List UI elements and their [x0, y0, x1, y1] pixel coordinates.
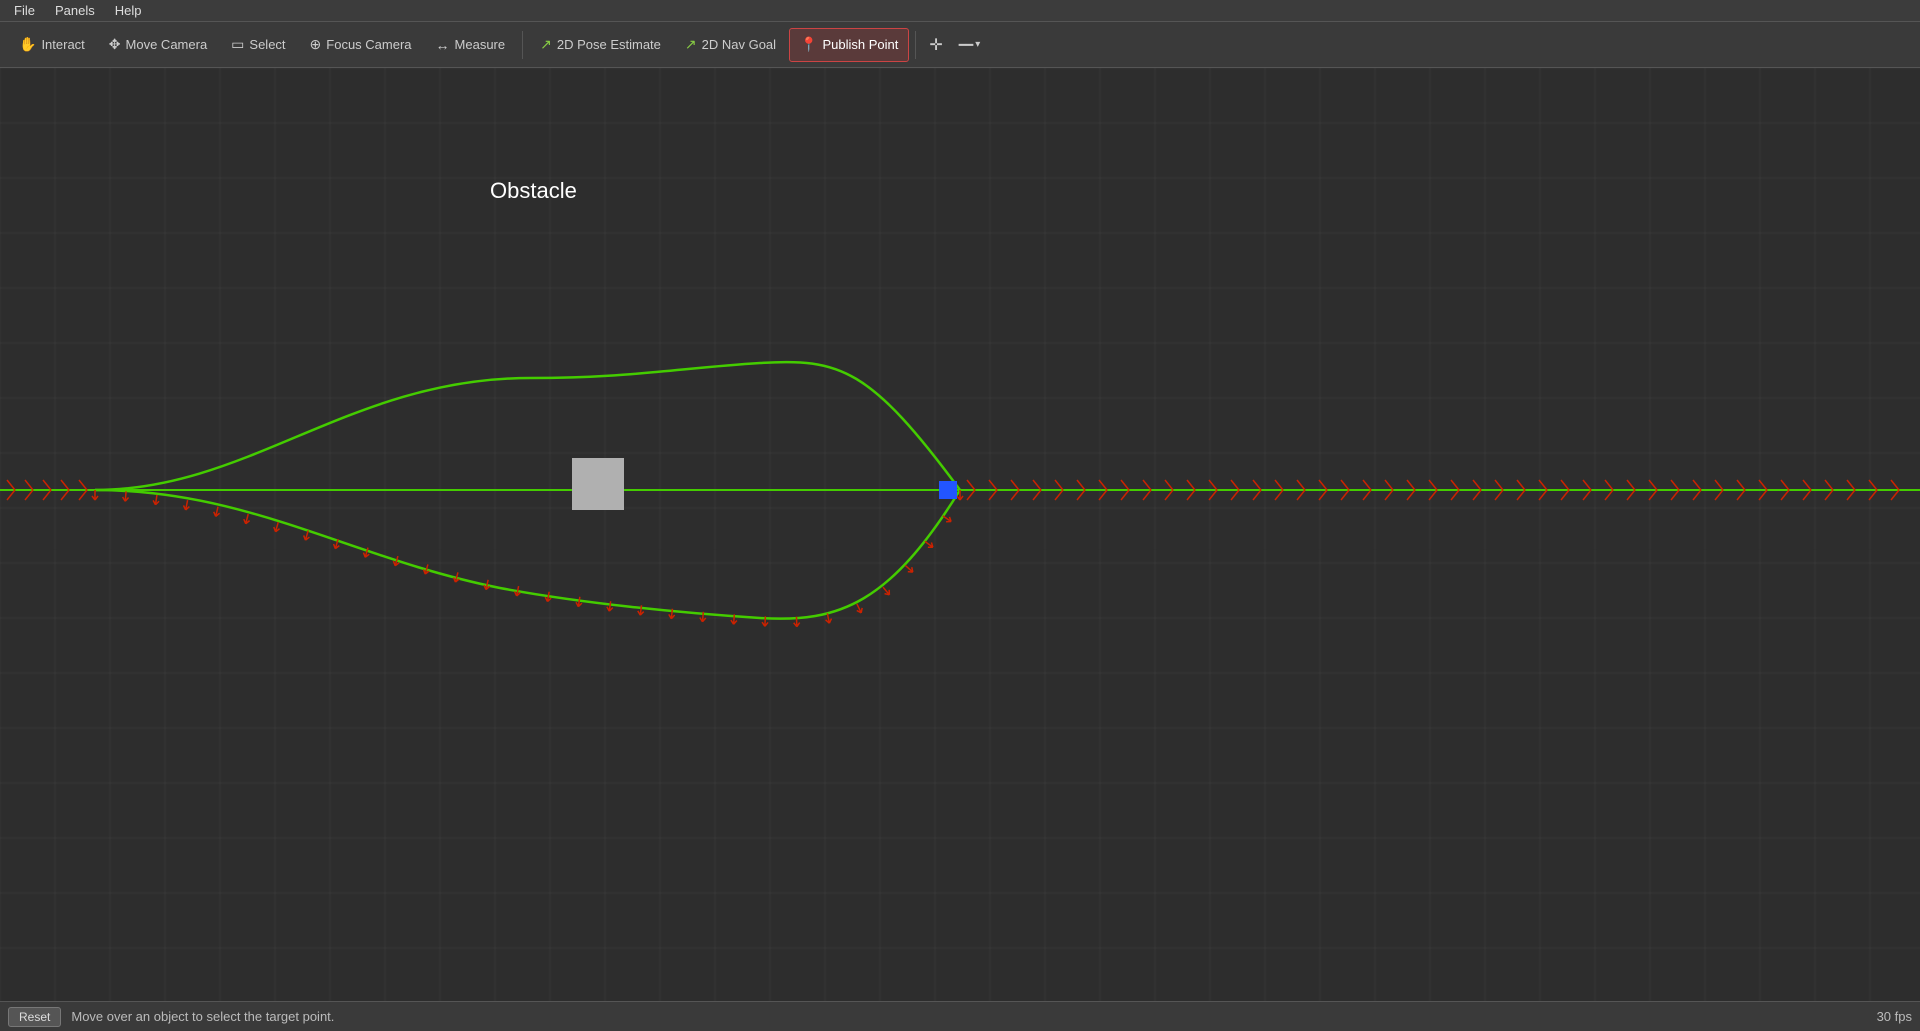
interact-label: Interact [41, 37, 84, 52]
crosshair-icon: ✛ [929, 35, 942, 55]
2d-pose-icon: ↗ [540, 36, 552, 53]
status-text: Move over an object to select the target… [71, 1009, 334, 1024]
tool-move-camera[interactable]: ✥ Move Camera [98, 28, 218, 62]
tool-2d-nav-goal[interactable]: ↗ 2D Nav Goal [674, 28, 787, 62]
menu-help[interactable]: Help [107, 1, 150, 20]
fps-counter: 30 fps [1877, 1009, 1912, 1024]
menu-panels[interactable]: Panels [47, 1, 103, 20]
dropdown-arrow-icon: ▾ [975, 39, 980, 50]
measure-icon: ↔ [436, 37, 450, 53]
interact-icon: ✋ [19, 36, 36, 53]
focus-camera-label: Focus Camera [326, 37, 411, 52]
statusbar: Reset Move over an object to select the … [0, 1001, 1920, 1031]
2d-nav-label: 2D Nav Goal [702, 37, 776, 52]
publish-point-label: Publish Point [822, 37, 898, 52]
viewport[interactable]: Obstacle Reset Move over an object to se… [0, 68, 1920, 1031]
tool-focus-camera[interactable]: ⊕ Focus Camera [299, 28, 423, 62]
toolbar-separator-2 [915, 31, 916, 59]
move-camera-label: Move Camera [126, 37, 208, 52]
dropdown-btn[interactable]: ━━ ▾ [952, 28, 987, 62]
2d-nav-icon: ↗ [685, 36, 697, 53]
select-icon: ▭ [231, 36, 244, 53]
tool-publish-point[interactable]: 📍 Publish Point [789, 28, 909, 62]
toolbar-separator-1 [522, 31, 523, 59]
move-camera-icon: ✥ [109, 36, 121, 53]
reset-button[interactable]: Reset [8, 1007, 61, 1027]
toolbar: ✋ Interact ✥ Move Camera ▭ Select ⊕ Focu… [0, 22, 1920, 68]
2d-pose-label: 2D Pose Estimate [557, 37, 661, 52]
menubar: File Panels Help [0, 0, 1920, 22]
tool-measure[interactable]: ↔ Measure [425, 28, 517, 62]
grid-canvas [0, 68, 1920, 1031]
publish-point-icon: 📍 [800, 36, 817, 53]
select-label: Select [249, 37, 285, 52]
tool-2d-pose-estimate[interactable]: ↗ 2D Pose Estimate [529, 28, 672, 62]
menu-file[interactable]: File [6, 1, 43, 20]
measure-label: Measure [455, 37, 506, 52]
focus-camera-icon: ⊕ [310, 36, 322, 53]
tool-select[interactable]: ▭ Select [220, 28, 296, 62]
crosshair-btn[interactable]: ✛ [922, 28, 949, 62]
tool-interact[interactable]: ✋ Interact [8, 28, 96, 62]
obstacle-box [572, 458, 624, 510]
dropdown-bar-icon: ━━ [959, 38, 973, 52]
waypoint-marker [939, 481, 957, 499]
